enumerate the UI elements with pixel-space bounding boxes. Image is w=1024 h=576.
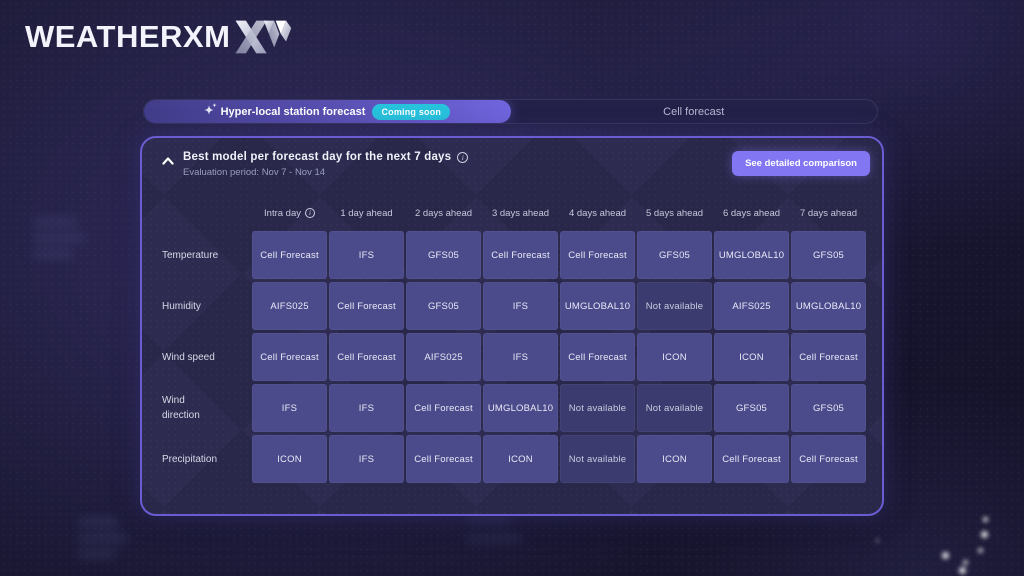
tab-station-label: Hyper-local station forecast bbox=[221, 106, 366, 118]
model-cell: GFS05 bbox=[406, 231, 481, 279]
tab-cell-label: Cell forecast bbox=[663, 106, 724, 118]
model-cell: Cell Forecast bbox=[329, 282, 404, 330]
tab-hyper-local-station-forecast[interactable]: ✦ Hyper-local station forecast Coming so… bbox=[144, 100, 511, 123]
tab-cell-forecast[interactable]: Cell forecast bbox=[511, 100, 878, 123]
ocean-label-blur bbox=[78, 518, 128, 566]
model-cell: AIFS025 bbox=[714, 282, 789, 330]
model-cell: AIFS025 bbox=[406, 333, 481, 381]
model-cell: Cell Forecast bbox=[560, 333, 635, 381]
forecast-mode-tabs: ✦ Hyper-local station forecast Coming so… bbox=[143, 99, 878, 124]
model-cell: Cell Forecast bbox=[483, 231, 558, 279]
model-cell: ICON bbox=[252, 435, 327, 483]
info-icon[interactable]: i bbox=[457, 152, 468, 163]
column-header-5-days: 5 days ahead bbox=[637, 198, 712, 228]
model-cell: IFS bbox=[252, 384, 327, 432]
model-cell: Cell Forecast bbox=[406, 384, 481, 432]
model-cell: Cell Forecast bbox=[252, 231, 327, 279]
evaluation-period: Evaluation period: Nov 7 - Nov 14 bbox=[183, 167, 468, 178]
model-cell: Not available bbox=[560, 384, 635, 432]
best-model-panel: Best model per forecast day for the next… bbox=[140, 136, 884, 516]
column-header-intra-day: Intra day i bbox=[252, 198, 327, 228]
row-label-humidity: Humidity bbox=[158, 282, 250, 330]
model-cell: GFS05 bbox=[637, 231, 712, 279]
model-cell: ICON bbox=[637, 435, 712, 483]
model-cell: Cell Forecast bbox=[252, 333, 327, 381]
column-header-4-days: 4 days ahead bbox=[560, 198, 635, 228]
column-header-6-days: 6 days ahead bbox=[714, 198, 789, 228]
model-cell: GFS05 bbox=[791, 384, 866, 432]
model-cell: GFS05 bbox=[406, 282, 481, 330]
model-cell: IFS bbox=[329, 231, 404, 279]
collapse-panel-button[interactable] bbox=[160, 153, 176, 169]
model-cell: Not available bbox=[637, 384, 712, 432]
see-detailed-comparison-button[interactable]: See detailed comparison bbox=[732, 151, 870, 176]
column-header-7-days: 7 days ahead bbox=[791, 198, 866, 228]
chevron-up-icon bbox=[162, 157, 174, 165]
column-header-2-days: 2 days ahead bbox=[406, 198, 481, 228]
model-cell: GFS05 bbox=[714, 384, 789, 432]
weatherxm-logo: WEATHERXM bbox=[25, 16, 292, 58]
station-lights bbox=[983, 517, 988, 522]
info-icon[interactable]: i bbox=[305, 208, 315, 218]
model-cell: UMGLOBAL10 bbox=[560, 282, 635, 330]
column-header-1-day: 1 day ahead bbox=[329, 198, 404, 228]
logo-text: WEATHERXM bbox=[25, 19, 230, 55]
model-cell: Cell Forecast bbox=[329, 333, 404, 381]
ocean-label-blur bbox=[466, 516, 522, 554]
model-cell: Not available bbox=[560, 435, 635, 483]
row-label-wind-speed: Wind speed bbox=[158, 333, 250, 381]
row-label-precipitation: Precipitation bbox=[158, 435, 250, 483]
model-cell: Cell Forecast bbox=[791, 435, 866, 483]
weatherxm-x-icon bbox=[234, 16, 292, 58]
column-header-3-days: 3 days ahead bbox=[483, 198, 558, 228]
model-cell: Not available bbox=[637, 282, 712, 330]
model-cell: UMGLOBAL10 bbox=[483, 384, 558, 432]
model-cell: IFS bbox=[483, 333, 558, 381]
model-cell: IFS bbox=[329, 435, 404, 483]
best-model-table: Intra day i 1 day ahead 2 days ahead 3 d… bbox=[158, 198, 866, 483]
model-cell: Cell Forecast bbox=[791, 333, 866, 381]
model-cell: AIFS025 bbox=[252, 282, 327, 330]
row-label-wind-direction: Wind direction bbox=[158, 384, 250, 432]
model-cell: IFS bbox=[329, 384, 404, 432]
panel-title: Best model per forecast day for the next… bbox=[183, 151, 451, 163]
column-header-label: Intra day bbox=[264, 208, 301, 219]
model-cell: ICON bbox=[483, 435, 558, 483]
sparkle-icon: ✦ bbox=[204, 106, 213, 117]
model-cell: UMGLOBAL10 bbox=[714, 231, 789, 279]
weatherxm-page: WEATHERXM ✦ Hyper-local station forecast… bbox=[0, 0, 1024, 576]
model-cell: Cell Forecast bbox=[406, 435, 481, 483]
model-cell: Cell Forecast bbox=[560, 231, 635, 279]
table-corner bbox=[158, 198, 250, 228]
panel-header: Best model per forecast day for the next… bbox=[160, 151, 870, 178]
row-label-temperature: Temperature bbox=[158, 231, 250, 279]
ocean-label-blur bbox=[33, 218, 85, 266]
model-cell: IFS bbox=[483, 282, 558, 330]
model-cell: Cell Forecast bbox=[714, 435, 789, 483]
model-cell: ICON bbox=[637, 333, 712, 381]
model-cell: UMGLOBAL10 bbox=[791, 282, 866, 330]
model-cell: ICON bbox=[714, 333, 789, 381]
coming-soon-badge: Coming soon bbox=[372, 104, 450, 120]
model-cell: GFS05 bbox=[791, 231, 866, 279]
